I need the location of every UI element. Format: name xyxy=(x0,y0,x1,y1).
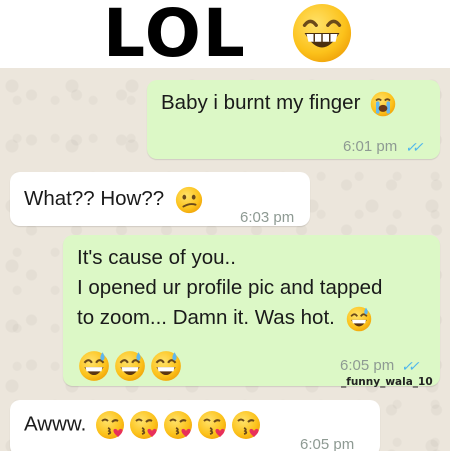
message-text: Baby i burnt my finger xyxy=(161,91,361,114)
header-banner: LOL xyxy=(0,0,450,72)
message-line: to zoom... Damn it. Was hot. xyxy=(77,306,335,329)
message-incoming[interactable]: Awww. 6:05 pm xyxy=(10,400,380,451)
kissing-heart-face-icon xyxy=(197,411,226,439)
kissing-heart-face-icon xyxy=(231,411,260,439)
chat-area[interactable]: Baby i burnt my finger 6:01 pm ✓✓ What??… xyxy=(0,68,450,451)
message-incoming[interactable]: What?? How?? 6:03 pm xyxy=(10,172,310,226)
read-receipt-icon: ✓✓ xyxy=(405,139,424,155)
grinning-face-icon xyxy=(292,3,352,63)
confused-face-icon xyxy=(175,186,202,213)
message-timestamp: 6:03 pm xyxy=(240,209,295,226)
grinning-sweat-face-icon xyxy=(151,351,181,381)
banner-title: LOL xyxy=(103,0,247,72)
message-outgoing[interactable]: It's cause of you.. I opened ur profile … xyxy=(63,235,440,388)
message-timestamp: 6:01 pm xyxy=(343,138,398,155)
message-text: Awww. xyxy=(24,412,87,436)
message-line: It's cause of you.. xyxy=(77,246,236,269)
kissing-heart-face-icon xyxy=(129,411,158,439)
grinning-sweat-face-icon xyxy=(79,351,109,381)
message-line: I opened ur profile pic and tapped xyxy=(77,276,383,299)
message-timestamp: 6:05 pm xyxy=(300,436,355,451)
message-outgoing[interactable]: Baby i burnt my finger 6:01 pm ✓✓ xyxy=(147,80,440,159)
emoji-row xyxy=(92,411,262,439)
kissing-heart-face-icon xyxy=(95,411,124,439)
kissing-heart-face-icon xyxy=(163,411,192,439)
loudly-crying-face-icon xyxy=(370,91,396,116)
watermark-text: _funny_wala_10 xyxy=(341,376,433,388)
message-text: What?? How?? xyxy=(24,187,165,210)
grinning-sweat-face-icon xyxy=(346,306,371,331)
grinning-sweat-face-icon xyxy=(115,351,145,381)
